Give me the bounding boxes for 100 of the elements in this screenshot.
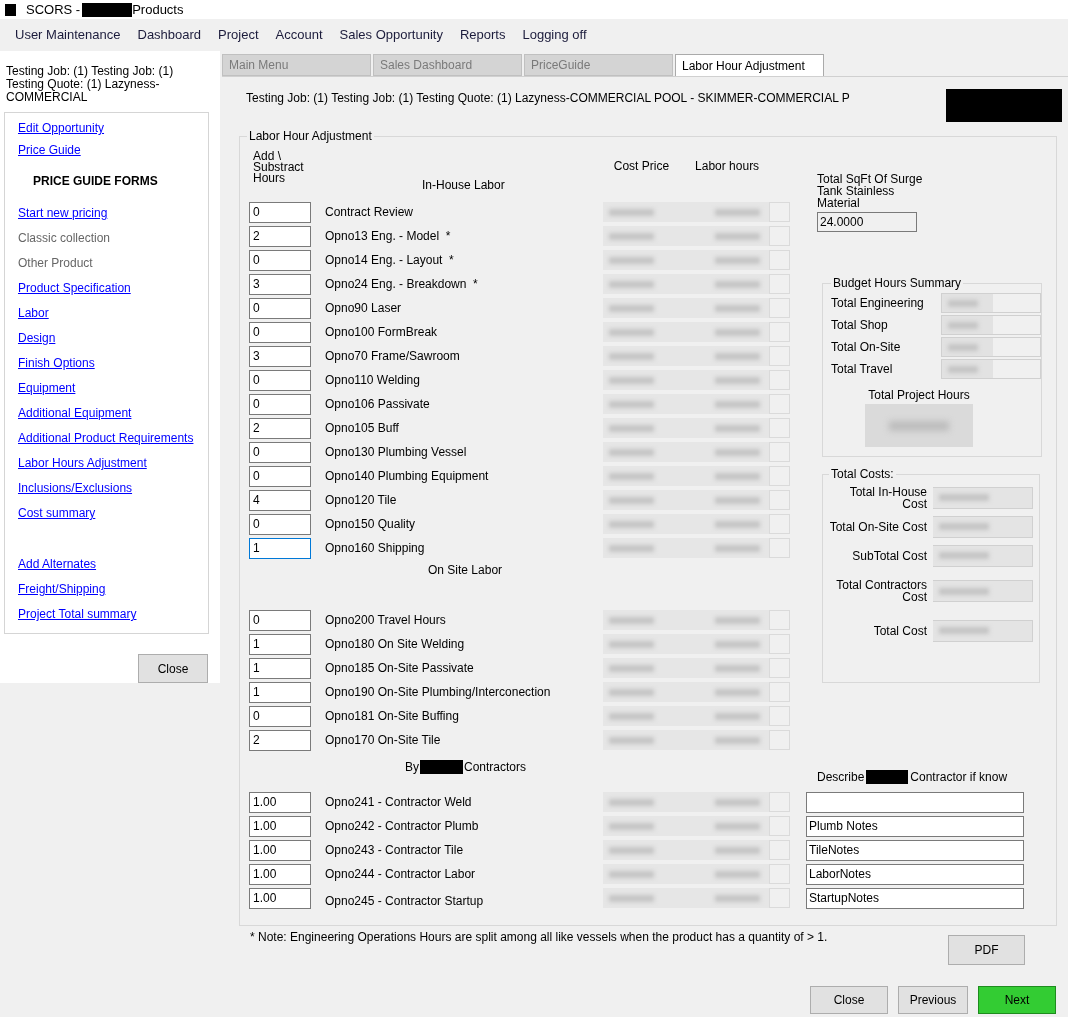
blurred-field (709, 840, 769, 860)
summary-label: Total Shop (831, 317, 889, 334)
job-description: Testing Job: (1) Testing Job: (1) Testing Quote: (1) Lazyness-COMMERCIAL (6, 65, 175, 104)
menu-item[interactable]: User Maintenance (15, 25, 121, 45)
operation-label: Opno180 On Site Welding (325, 636, 466, 653)
section-heading: PRICE GUIDE FORMS (32, 173, 159, 190)
redaction-box (420, 760, 463, 774)
action-button[interactable]: Close (810, 986, 888, 1014)
menu-item[interactable]: Dashboard (137, 25, 202, 45)
hours-input[interactable]: 1.00 (249, 863, 311, 885)
section-heading: By (405, 759, 419, 776)
operation-label: Opno241 - Contractor Weld (325, 794, 473, 811)
nav-link[interactable]: Start new pricing (18, 206, 108, 220)
column-header: Add \ Substract Hours (253, 151, 305, 187)
hours-input[interactable]: 1.00 (249, 791, 311, 813)
blurred-field (709, 792, 769, 812)
window-title: Products (132, 0, 184, 19)
nav-link[interactable]: Cost summary (18, 506, 96, 520)
nav-link[interactable]: Project Total summary (18, 607, 137, 621)
cost-label: Total On-Site Cost (828, 520, 928, 533)
column-header: In-House Labor (422, 177, 505, 194)
menu-item[interactable]: Logging off (522, 25, 587, 45)
hours-input[interactable]: 0 (249, 609, 311, 631)
hours-input[interactable]: 4 (249, 489, 311, 511)
blurred-field (709, 442, 769, 462)
hours-input[interactable]: 1 (249, 633, 311, 655)
hours-input[interactable]: 0 (249, 321, 311, 343)
hours-input[interactable]: 2 (249, 417, 311, 439)
cost-label: SubTotal Cost (851, 549, 928, 562)
nav-link[interactable]: Product Specification (18, 281, 131, 295)
note-field[interactable]: Plumb Notes (806, 815, 1024, 837)
operation-label: Opno110 Welding (325, 372, 421, 389)
menu-item[interactable]: Account (275, 25, 323, 45)
nav-link[interactable]: Additional Product Requirements (18, 431, 194, 445)
action-button[interactable]: PDF (948, 935, 1025, 965)
nav-link[interactable]: Design (18, 331, 56, 345)
operation-label: Opno244 - Contractor Labor (325, 866, 477, 883)
cost-label: Total Cost (872, 624, 928, 637)
operation-label: Opno200 Travel Hours (325, 612, 447, 629)
operation-label: Opno105 Buff (325, 420, 400, 437)
nav-link[interactable]: Labor (18, 306, 49, 320)
app-icon (5, 3, 16, 16)
hours-input[interactable]: 2 (249, 225, 311, 247)
group-title: Total Costs: (830, 466, 895, 483)
blurred-field (709, 610, 769, 630)
operation-label: Opno100 FormBreak (325, 324, 439, 341)
menu-item[interactable]: Project (218, 25, 259, 45)
hours-input[interactable]: 1.00 (249, 839, 311, 861)
describe-label: Contractor if know (910, 769, 1008, 786)
blurred-field (709, 514, 769, 534)
hours-input[interactable]: 0 (249, 369, 311, 391)
operation-label: Opno160 Shipping (325, 540, 426, 557)
hours-input[interactable]: 1.00 (249, 815, 311, 837)
menu-item[interactable]: Sales Opportunity (339, 25, 443, 45)
menu-item[interactable]: Reports (459, 25, 506, 45)
hours-input[interactable]: 1 (249, 657, 311, 679)
tab[interactable]: Labor Hour Adjustment (675, 54, 824, 76)
hours-input[interactable]: 0 (249, 297, 311, 319)
note-field[interactable] (806, 791, 1024, 813)
nav-link[interactable]: Additional Equipment (18, 406, 132, 420)
blurred-field (709, 274, 769, 294)
hours-input[interactable]: 0 (249, 705, 311, 727)
operation-label: Opno242 - Contractor Plumb (325, 818, 480, 835)
note-field[interactable]: StartupNotes (806, 887, 1024, 909)
hours-input[interactable]: 1.00 (249, 887, 311, 909)
action-button[interactable]: Previous (898, 986, 968, 1014)
nav-link[interactable]: Finish Options (18, 356, 95, 370)
hours-input[interactable]: 0 (249, 249, 311, 271)
hours-input[interactable]: 0 (249, 201, 311, 223)
hours-input[interactable]: 3 (249, 273, 311, 295)
hours-input[interactable]: 0 (249, 513, 311, 535)
blurred-field (709, 226, 769, 246)
close-button[interactable]: Close (138, 654, 208, 683)
note-field[interactable]: TileNotes (806, 839, 1024, 861)
next-button[interactable]: Next (978, 986, 1056, 1014)
operation-label: Contract Review (325, 204, 415, 221)
hours-input[interactable]: 0 (249, 393, 311, 415)
operation-label: Opno120 Tile (325, 492, 398, 509)
hours-input[interactable]: 3 (249, 345, 311, 367)
operation-label: Opno185 On-Site Passivate (325, 660, 475, 677)
hours-input[interactable]: 2 (249, 729, 311, 751)
redaction-box (866, 770, 909, 784)
nav-link[interactable]: Price Guide (18, 143, 81, 157)
nav-link[interactable]: Add Alternates (18, 557, 97, 571)
nav-link[interactable]: Freight/Shipping (18, 582, 106, 596)
operation-label: Opno170 On-Site Tile (325, 732, 442, 749)
operation-label: Opno150 Quality (325, 516, 417, 533)
hours-input[interactable]: 1 (249, 681, 311, 703)
hours-input[interactable]: 0 (249, 465, 311, 487)
blurred-field (709, 730, 769, 750)
hours-input[interactable]: 1 (249, 537, 311, 559)
hours-input[interactable]: 0 (249, 441, 311, 463)
nav-link[interactable]: Inclusions/Exclusions (18, 481, 133, 495)
nav-link[interactable]: Labor Hours Adjustment (18, 456, 147, 470)
operation-label: Opno14 Eng. - Layout * (325, 252, 455, 269)
operation-label: Opno243 - Contractor Tile (325, 842, 465, 859)
sqft-field: 24.0000 (817, 212, 917, 232)
note-field[interactable]: LaborNotes (806, 863, 1024, 885)
nav-link[interactable]: Equipment (18, 381, 76, 395)
nav-link[interactable]: Edit Opportunity (18, 121, 105, 135)
